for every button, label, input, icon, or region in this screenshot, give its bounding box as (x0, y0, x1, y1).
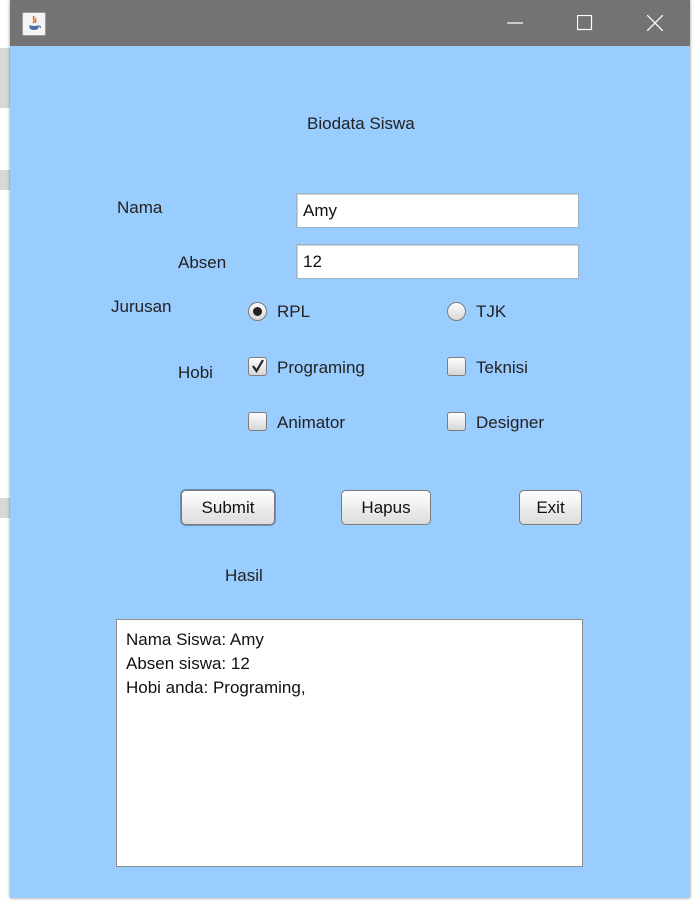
close-icon (647, 15, 663, 31)
exit-button[interactable]: Exit (519, 490, 582, 525)
result-textarea[interactable]: Nama Siswa: Amy Absen siswa: 12 Hobi and… (116, 619, 583, 867)
checkbox-animator-label[interactable]: Animator (277, 413, 345, 433)
submit-button[interactable]: Submit (181, 490, 275, 525)
nama-label: Nama (117, 198, 163, 217)
result-line: Hobi anda: Programing, (126, 678, 306, 697)
title-bar[interactable] (10, 0, 690, 46)
hapus-button[interactable]: Hapus (341, 490, 431, 525)
close-button[interactable] (626, 0, 684, 46)
java-icon (22, 12, 46, 36)
jurusan-label: Jurusan (111, 297, 172, 316)
radio-tjk-label[interactable]: TJK (476, 302, 506, 322)
result-line: Absen siswa: 12 (126, 654, 250, 673)
checkbox-animator[interactable] (248, 412, 267, 431)
radio-rpl-label[interactable]: RPL (277, 302, 310, 322)
hasil-label: Hasil (225, 566, 263, 585)
checkmark-icon (252, 359, 264, 374)
maximize-button[interactable] (556, 0, 614, 46)
hobi-label: Hobi (178, 363, 213, 382)
app-window: Biodata Siswa Nama Absen Jurusan RPL TJK… (10, 0, 690, 898)
absen-input[interactable] (296, 244, 579, 279)
radio-tjk[interactable] (447, 302, 466, 321)
minimize-icon (507, 22, 523, 24)
nama-input[interactable] (296, 193, 579, 228)
result-line: Nama Siswa: Amy (126, 630, 264, 649)
radio-rpl[interactable] (248, 302, 267, 321)
form-heading: Biodata Siswa (307, 114, 415, 133)
checkbox-teknisi[interactable] (447, 357, 466, 376)
maximize-icon (577, 15, 593, 31)
checkbox-programing[interactable] (248, 357, 267, 376)
checkbox-programing-label[interactable]: Programing (277, 358, 365, 378)
minimize-button[interactable] (486, 0, 544, 46)
checkbox-designer-label[interactable]: Designer (476, 413, 544, 433)
checkbox-designer[interactable] (447, 412, 466, 431)
checkbox-teknisi-label[interactable]: Teknisi (476, 358, 528, 378)
absen-label: Absen (178, 253, 227, 272)
radio-selected-dot (253, 307, 262, 316)
